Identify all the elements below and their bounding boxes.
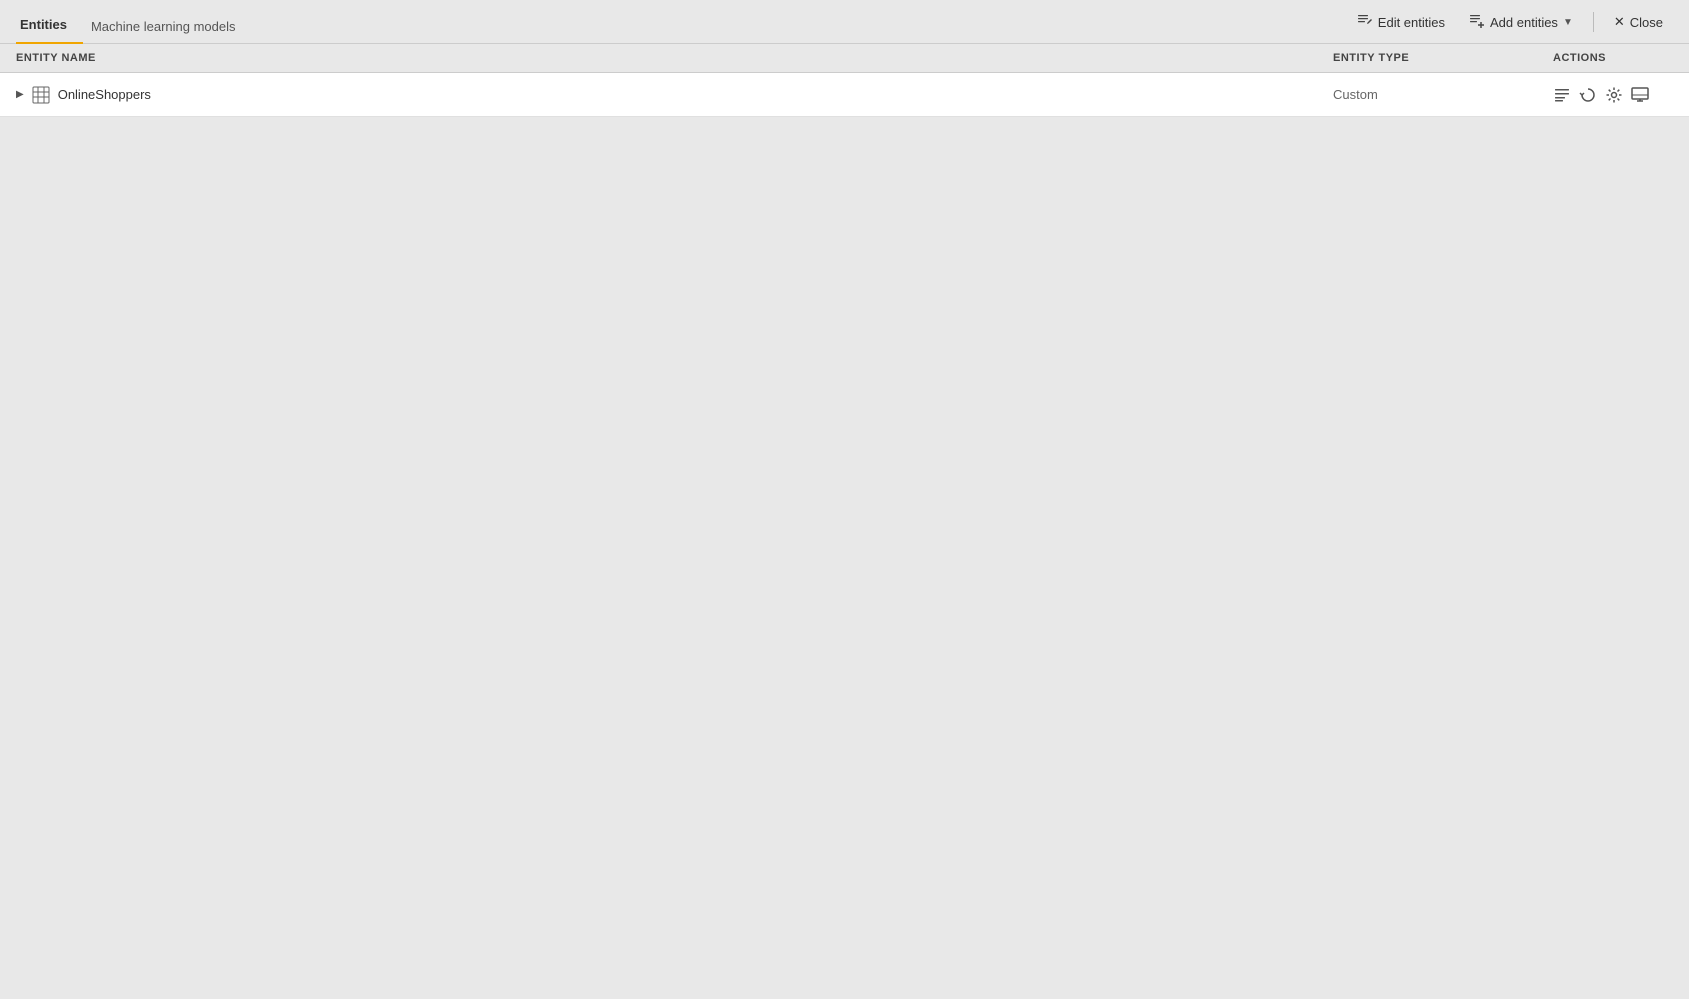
- tab-bar: Entities Machine learning models Edit en…: [0, 0, 1689, 44]
- close-label: Close: [1630, 15, 1663, 30]
- toolbar-separator: [1593, 12, 1594, 32]
- action-settings-icon[interactable]: [1605, 86, 1623, 104]
- add-entities-icon: [1469, 13, 1485, 32]
- edit-entities-icon: [1357, 13, 1373, 32]
- edit-entities-button[interactable]: Edit entities: [1347, 7, 1455, 38]
- table-row: ▶ OnlineShoppers Custom: [0, 73, 1689, 117]
- row-actions-cell: [1553, 86, 1673, 104]
- add-entities-dropdown-arrow: ▼: [1563, 17, 1573, 28]
- close-icon: ✕: [1614, 14, 1625, 30]
- action-edit-icon[interactable]: [1553, 86, 1571, 104]
- entity-table-icon: [32, 86, 50, 104]
- col-header-entity-type: ENTITY TYPE: [1333, 52, 1553, 64]
- table-container: ENTITY NAME ENTITY TYPE ACTIONS ▶ Online…: [0, 44, 1689, 117]
- col-header-actions: ACTIONS: [1553, 52, 1673, 64]
- table-header: ENTITY NAME ENTITY TYPE ACTIONS: [0, 44, 1689, 73]
- edit-entities-label: Edit entities: [1378, 15, 1445, 30]
- row-entity-name-cell: ▶ OnlineShoppers: [16, 86, 1333, 104]
- row-entity-type-cell: Custom: [1333, 87, 1553, 102]
- add-entities-button[interactable]: Add entities ▼: [1459, 7, 1583, 38]
- entity-name-label: OnlineShoppers: [58, 87, 151, 102]
- expand-icon[interactable]: ▶: [16, 89, 24, 100]
- action-refresh-icon[interactable]: [1579, 86, 1597, 104]
- close-button[interactable]: ✕ Close: [1604, 8, 1673, 36]
- col-header-entity-name: ENTITY NAME: [16, 52, 1333, 64]
- tab-entities[interactable]: Entities: [16, 7, 83, 44]
- toolbar: Edit entities Add entities ▼ ✕ Close: [1347, 0, 1689, 44]
- tab-ml-models[interactable]: Machine learning models: [87, 9, 252, 44]
- action-monitor-icon[interactable]: [1631, 86, 1649, 104]
- add-entities-label: Add entities: [1490, 15, 1558, 30]
